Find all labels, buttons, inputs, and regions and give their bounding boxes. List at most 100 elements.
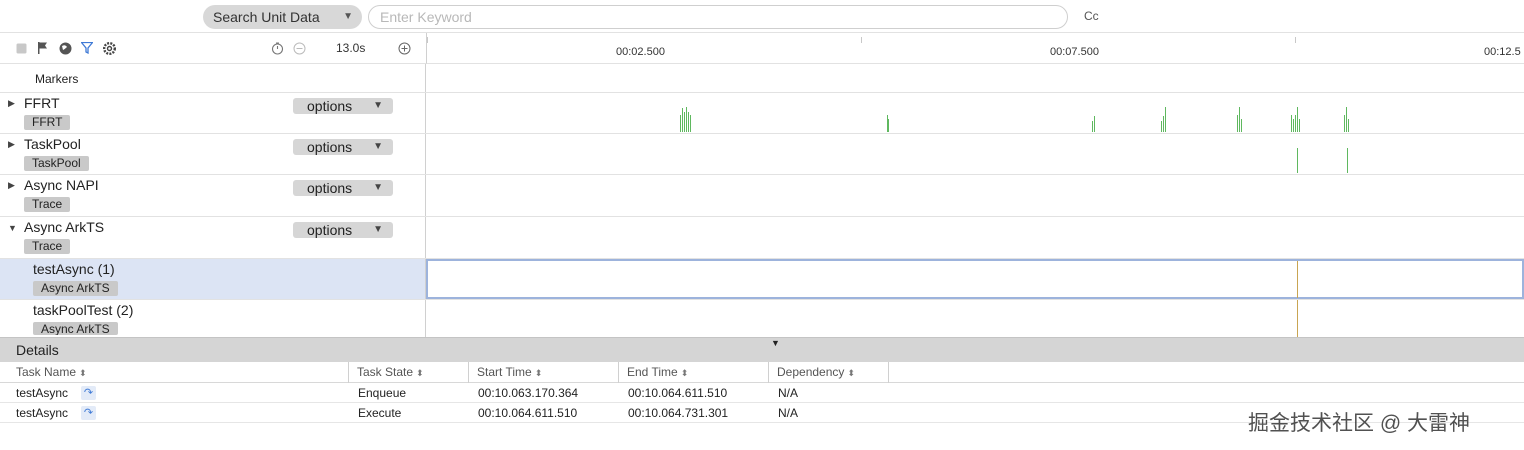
- activity-spike: [1347, 148, 1348, 173]
- task-slice-marker[interactable]: [1297, 261, 1298, 298]
- track-async-arkts[interactable]: ▼ Async ArkTS Trace options ▼: [0, 217, 1524, 259]
- chevron-down-icon: ▼: [373, 141, 383, 152]
- jump-to-icon[interactable]: ↷: [81, 386, 96, 400]
- expand-arrow-icon[interactable]: ▶: [8, 139, 15, 150]
- zoom-level: 13.0s: [336, 41, 366, 55]
- task-pool-test-lane[interactable]: [426, 300, 1524, 337]
- activity-spike: [1291, 115, 1292, 132]
- expand-arrow-icon[interactable]: ▶: [8, 98, 15, 109]
- column-label: Task State: [357, 365, 414, 379]
- task-state-cell: Enqueue: [358, 386, 407, 400]
- end-time-cell: 00:10.064.731.301: [628, 406, 729, 420]
- globe-icon[interactable]: [58, 41, 72, 55]
- expand-arrow-icon[interactable]: ▶: [8, 180, 15, 191]
- track-badge: FFRT: [24, 115, 71, 130]
- ruler-label: 00:12.5: [1484, 46, 1521, 58]
- options-button[interactable]: options ▼: [293, 98, 393, 114]
- jump-to-icon[interactable]: ↷: [81, 406, 96, 420]
- column-label: End Time: [627, 365, 678, 379]
- track-title: taskPoolTest (2): [33, 302, 134, 318]
- activity-spike: [684, 112, 685, 132]
- dependency-cell: N/A: [778, 386, 799, 400]
- track-badge: Async ArkTS: [33, 322, 118, 335]
- zoom-in-icon[interactable]: [397, 41, 411, 55]
- task-name-cell: testAsync: [16, 386, 69, 400]
- column-header-task-name[interactable]: Task Name ⬍: [8, 362, 349, 383]
- settings-icon[interactable]: [102, 41, 116, 55]
- track-title: Async ArkTS: [24, 219, 105, 235]
- options-button[interactable]: options ▼: [293, 222, 393, 238]
- task-state-cell: Execute: [358, 406, 402, 420]
- track-badge: Trace: [24, 239, 71, 254]
- test-async-lane[interactable]: [426, 259, 1524, 299]
- track-title: testAsync (1): [33, 261, 115, 277]
- table-row[interactable]: testAsync ↷ Enqueue 00:10.063.170.364 00…: [0, 383, 1524, 403]
- zoom-out-icon[interactable]: [292, 41, 306, 55]
- flag-icon[interactable]: [36, 41, 50, 55]
- activity-spike: [1161, 121, 1162, 132]
- activity-spike: [1348, 119, 1349, 132]
- activity-spike: [680, 115, 681, 132]
- activity-spike: [1163, 116, 1164, 132]
- trace-toolbar: 13.0s: [0, 33, 426, 64]
- ffrt-lane[interactable]: [426, 93, 1524, 133]
- options-label: options: [307, 180, 353, 196]
- ruler-label: 00:07.500: [1050, 46, 1099, 58]
- chevron-down-icon: ▼: [373, 224, 383, 235]
- sort-icon[interactable]: ⬍: [79, 368, 87, 378]
- async-arkts-lane[interactable]: [426, 217, 1524, 258]
- column-header-task-state[interactable]: Task State ⬍: [349, 362, 469, 383]
- sort-icon[interactable]: ⬍: [847, 368, 855, 378]
- details-table-header: Task Name ⬍ Task State ⬍ Start Time ⬍ End T…: [0, 362, 1524, 383]
- time-ruler[interactable]: 00:02.500 00:07.500 00:12.5: [426, 33, 1524, 64]
- column-header-dependency[interactable]: Dependency ⬍: [769, 362, 889, 383]
- stop-icon[interactable]: [14, 41, 28, 55]
- chevron-down-icon: ▼: [373, 182, 383, 193]
- options-label: options: [307, 222, 353, 238]
- ruler-label: 00:02.500: [616, 46, 665, 58]
- activity-spike: [1092, 121, 1093, 132]
- track-test-async[interactable]: testAsync (1) Async ArkTS: [0, 259, 1524, 300]
- match-case-toggle[interactable]: Cc: [1084, 9, 1099, 23]
- track-taskpool[interactable]: ▶ TaskPool TaskPool options ▼: [0, 134, 1524, 175]
- activity-spike: [1299, 119, 1300, 132]
- markers-label: Markers: [35, 72, 79, 86]
- column-header-end-time[interactable]: End Time ⬍: [619, 362, 769, 383]
- collapse-arrow-icon[interactable]: ▼: [8, 223, 17, 233]
- options-button[interactable]: options ▼: [293, 139, 393, 155]
- activity-spike: [1094, 116, 1095, 132]
- activity-spike: [1297, 107, 1298, 132]
- search-bar: Search Unit Data ▼ Cc: [0, 0, 1524, 33]
- track-async-napi[interactable]: ▶ Async NAPI Trace options ▼: [0, 175, 1524, 217]
- activity-spike: [686, 107, 687, 132]
- options-label: options: [307, 98, 353, 114]
- task-slice-marker[interactable]: [1297, 300, 1298, 337]
- activity-spike: [682, 108, 683, 132]
- ruler-tick: [427, 37, 428, 43]
- track-task-pool-test[interactable]: taskPoolTest (2) Async ArkTS: [0, 300, 1524, 337]
- sort-icon[interactable]: ⬍: [535, 368, 543, 378]
- timer-icon[interactable]: [270, 41, 284, 55]
- task-name-cell: testAsync: [16, 406, 69, 420]
- taskpool-lane[interactable]: [426, 134, 1524, 174]
- watermark: 掘金技术社区 @ 大雷神: [1248, 412, 1470, 435]
- collapse-panel-icon[interactable]: ▼: [771, 338, 780, 348]
- track-ffrt[interactable]: ▶ FFRT FFRT options ▼: [0, 93, 1524, 134]
- async-napi-lane[interactable]: [426, 175, 1524, 216]
- start-time-cell: 00:10.063.170.364: [478, 386, 579, 400]
- options-button[interactable]: options ▼: [293, 180, 393, 196]
- column-header-start-time[interactable]: Start Time ⬍: [469, 362, 619, 383]
- filter-icon[interactable]: [80, 41, 94, 55]
- end-time-cell: 00:10.064.611.510: [628, 386, 728, 400]
- dependency-cell: N/A: [778, 406, 799, 420]
- details-title: Details: [16, 342, 59, 358]
- column-label: Task Name: [16, 365, 77, 379]
- details-panel-header[interactable]: Details ▼: [0, 337, 1524, 362]
- sort-icon[interactable]: ⬍: [416, 368, 424, 378]
- search-input[interactable]: [368, 5, 1068, 29]
- activity-spike: [1344, 115, 1345, 132]
- track-title: Async NAPI: [24, 177, 99, 193]
- sort-icon[interactable]: ⬍: [681, 368, 689, 378]
- track-badge: TaskPool: [24, 156, 89, 171]
- search-type-dropdown[interactable]: Search Unit Data ▼: [203, 5, 362, 29]
